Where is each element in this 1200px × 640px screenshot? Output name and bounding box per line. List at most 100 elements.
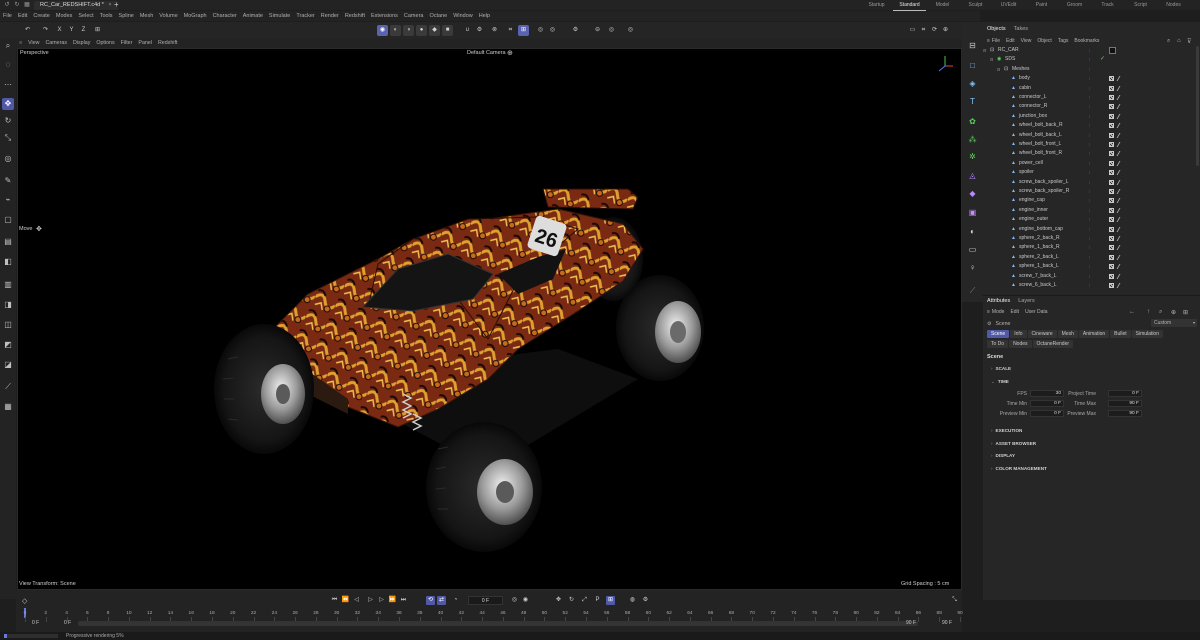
material-tag-icon[interactable] (1109, 85, 1114, 91)
record-icon[interactable]: ◎ (510, 596, 519, 605)
object-row[interactable]: ▲ sphere_2_back_R ⁝ (983, 234, 1200, 243)
measure-icon[interactable]: ⟋ (2, 381, 14, 393)
layout-tab-groom[interactable]: Groom (1058, 0, 1091, 10)
tag-icons[interactable] (1109, 85, 1125, 91)
search-icon[interactable]: ⌕ (2, 40, 14, 52)
object-row[interactable]: ▲ wheel_bolt_back_L ⁝ (983, 131, 1200, 140)
slide-icon[interactable]: ◩ (2, 339, 14, 351)
scene-icon[interactable]: ▣ (966, 206, 979, 219)
back-arrow-icon[interactable]: ← (1129, 309, 1135, 315)
visibility-dots-icon[interactable]: ⁝ (1089, 236, 1094, 241)
menu-simulate[interactable]: Simulate (269, 11, 290, 21)
viewport-menu-options[interactable]: Options (96, 39, 114, 48)
grid-icon[interactable]: ▦ (23, 1, 31, 9)
viewport-panel-icon[interactable]: ≡ (19, 39, 22, 48)
texture-mode-icon[interactable]: ◑ (403, 25, 414, 36)
viewport-grid-icon[interactable]: ⌗ (918, 25, 929, 36)
phong-tag-icon[interactable] (1116, 236, 1125, 241)
chip-bullet[interactable]: Bullet (1110, 330, 1131, 338)
tag-icons[interactable] (1109, 207, 1125, 213)
viewport-rotate-icon[interactable]: ⟳ (929, 25, 940, 36)
tag-icons[interactable] (1109, 123, 1125, 129)
objects-menu-bookmarks[interactable]: Bookmarks (1074, 38, 1099, 44)
end-frame-a[interactable]: 90 F (906, 620, 916, 626)
viewport-layout-icon[interactable]: ▭ (907, 25, 918, 36)
phong-tag-icon[interactable] (1116, 113, 1125, 119)
visibility-dots-icon[interactable]: ⁝ (1089, 198, 1094, 203)
tag-icons[interactable] (1109, 254, 1125, 260)
object-row[interactable]: ▲ sphere_1_back_R ⁝ (983, 243, 1200, 252)
extrude-icon[interactable]: ▤ (2, 236, 14, 248)
visibility-dots-icon[interactable]: ⁝ (1089, 189, 1094, 194)
tag-icons[interactable] (1109, 132, 1125, 138)
axis-z-button[interactable]: Z (78, 25, 89, 36)
menu-tools[interactable]: Tools (100, 11, 113, 21)
lock-icon[interactable]: ⊗ (489, 25, 500, 36)
visibility-dots-icon[interactable]: ⁝ (1089, 67, 1094, 72)
visibility-dots-icon[interactable]: ⁝ (1089, 123, 1094, 128)
viewport-zoom-icon[interactable]: ⊕ (940, 25, 951, 36)
material-tag-icon[interactable] (1109, 226, 1114, 232)
layout-tab-uvedit[interactable]: UVEdit (992, 0, 1025, 10)
object-row[interactable]: ▲ power_cell ⁝ (983, 159, 1200, 168)
material-tag-icon[interactable] (1109, 160, 1114, 166)
viewport-menu-redshift[interactable]: Redshift (158, 39, 177, 48)
phong-tag-icon[interactable] (1116, 76, 1125, 82)
grid-snap-icon[interactable]: ⊞ (518, 25, 529, 36)
tag-icons[interactable] (1109, 151, 1125, 157)
back-icon[interactable]: ↺ (3, 1, 11, 9)
visibility-dots-icon[interactable]: ⁝ (1089, 104, 1094, 109)
object-row[interactable]: ▲ wheel_bolt_back_R ⁝ (983, 121, 1200, 130)
expand-toggle-icon[interactable]: ⊟ (990, 55, 993, 64)
key-pla-icon[interactable]: ⊞ (606, 596, 615, 605)
chip-to-do[interactable]: To Do (987, 340, 1009, 348)
prev-frame-icon[interactable]: ◁ (352, 596, 361, 605)
cloner-icon[interactable]: ⁂ (966, 133, 979, 146)
layout-tab-startup[interactable]: Startup (860, 0, 893, 10)
edges-mode-icon[interactable]: ◆ (429, 25, 440, 36)
layout-tab-nodes[interactable]: Nodes (1157, 0, 1190, 10)
visibility-dots-icon[interactable]: ⁝ (1089, 114, 1094, 119)
phong-tag-icon[interactable] (1116, 217, 1125, 223)
key-position-icon[interactable]: ✥ (554, 596, 563, 605)
chip-info[interactable]: Info (1010, 330, 1027, 338)
knife-tool-icon[interactable]: ⌁ (2, 194, 14, 206)
end-frame-b[interactable]: 90 F (942, 620, 952, 626)
expand-toggle-icon[interactable]: ⊟ (997, 65, 1000, 74)
filter-icon[interactable]: ⊽ (1187, 38, 1191, 45)
material-tag-icon[interactable] (1109, 198, 1114, 204)
objects-menu-edit[interactable]: Edit (1006, 38, 1015, 44)
time-max-field[interactable]: 90 F (1108, 400, 1142, 407)
chip-animation[interactable]: Animation (1078, 330, 1110, 338)
object-row[interactable]: ⊟ ◉ SDS ⁝ ✓ (983, 55, 1200, 64)
3d-viewport[interactable]: Perspective Default Camera ⊕ Move ✥ View… (17, 48, 962, 590)
material-tag-icon[interactable] (1109, 236, 1114, 241)
layout-tab-sculpt[interactable]: Sculpt (959, 0, 992, 10)
object-row[interactable]: ▲ body ⁝ (983, 74, 1200, 83)
visibility-dots-icon[interactable]: ⁝ (1089, 76, 1094, 81)
chip-octanerender[interactable]: OctaneRender (1032, 340, 1074, 348)
tag-icons[interactable] (1109, 160, 1125, 166)
visibility-dots-icon[interactable]: ⁝ (1089, 86, 1094, 91)
display-tag-icon[interactable] (1109, 47, 1116, 54)
phong-tag-icon[interactable] (1116, 85, 1125, 91)
tag-icons[interactable] (1109, 236, 1125, 241)
menu-file[interactable]: File (3, 11, 12, 21)
objects-menu-tags[interactable]: Tags (1058, 38, 1069, 44)
tag-icons[interactable] (1109, 198, 1125, 204)
visibility-dots-icon[interactable]: ⁝ (1089, 255, 1094, 260)
viewport-menu-display[interactable]: Display (73, 39, 90, 48)
motion-system-icon[interactable]: ◍ (628, 596, 637, 605)
visibility-dots-icon[interactable]: ⁝ (1089, 170, 1094, 175)
box-selection-icon[interactable]: ⋯ (2, 79, 14, 91)
phong-tag-icon[interactable] (1116, 283, 1125, 288)
material-tag-icon[interactable] (1109, 132, 1114, 138)
redo-icon[interactable]: ↷ (40, 25, 51, 36)
timeline[interactable]: ◇ 0 2 4 6 8 10 12 14 16 18 20 22 24 26 28 30 32 34 36 38 40 4… (16, 590, 963, 632)
object-manager-icon[interactable]: ⊟ (966, 39, 979, 52)
material-tag-icon[interactable] (1109, 254, 1114, 260)
up-arrow-icon[interactable]: ↑ (1147, 309, 1150, 315)
menu-redshift[interactable]: Redshift (345, 11, 365, 21)
preview-range-icon[interactable]: ⇄ (437, 596, 446, 605)
menu-camera[interactable]: Camera (404, 11, 424, 21)
